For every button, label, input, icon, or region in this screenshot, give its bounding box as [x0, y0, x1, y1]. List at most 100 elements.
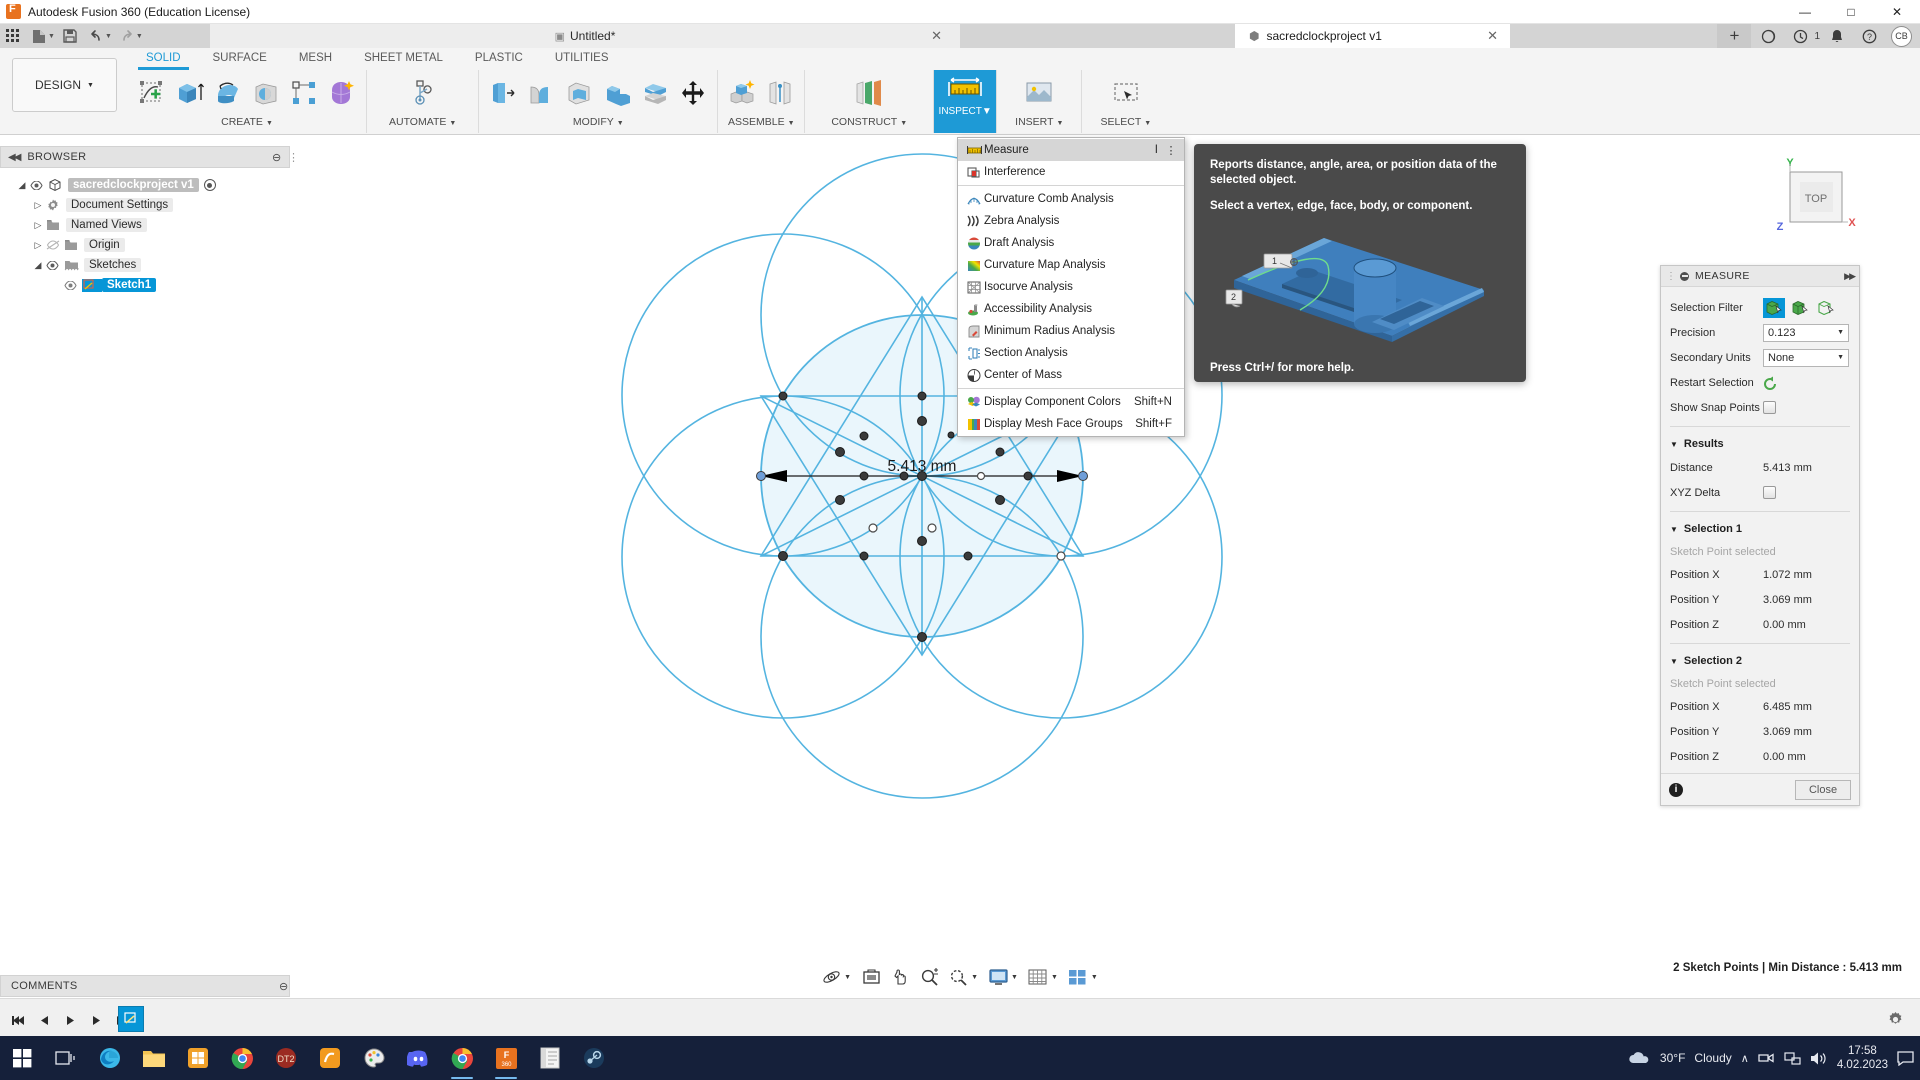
tab-surface[interactable]: SURFACE — [197, 48, 283, 68]
xyz-delta-checkbox[interactable] — [1763, 486, 1776, 499]
palette-collapse-icon[interactable] — [1680, 272, 1689, 281]
recent-activity-icon[interactable] — [1785, 24, 1815, 48]
chrome2-icon[interactable] — [440, 1036, 484, 1080]
construct-offset-plane-button[interactable] — [847, 73, 891, 113]
filter-body-button[interactable] — [1789, 298, 1811, 318]
grid-snap-icon[interactable] — [1025, 964, 1051, 990]
measure-palette-header[interactable]: ⋮ MEASURE ▶▶ — [1661, 266, 1859, 287]
automate-button[interactable] — [405, 73, 441, 113]
menu-item-accessibility-analysis[interactable]: Accessibility Analysis — [958, 298, 1184, 320]
pan-icon[interactable] — [887, 964, 913, 990]
revolve-button[interactable] — [210, 73, 246, 113]
document-tab-sacredclockproject[interactable]: ⬢ sacredclockproject v1 ✕ — [1235, 24, 1510, 48]
chevron-down-icon[interactable]: ▼ — [266, 120, 273, 127]
tab-utilities[interactable]: UTILITIES — [539, 48, 625, 68]
display-settings-icon[interactable] — [985, 964, 1011, 990]
move-copy-button[interactable] — [675, 73, 711, 113]
steam-icon[interactable] — [572, 1036, 616, 1080]
job-status-icon[interactable] — [1753, 24, 1783, 48]
fit-caret-icon[interactable]: ▼ — [971, 974, 978, 981]
show-snap-points-checkbox[interactable] — [1763, 401, 1776, 414]
app-grid-icon[interactable] — [0, 25, 26, 47]
tree-item-sketch1[interactable]: Sketch1 — [0, 275, 300, 295]
onedrive-icon[interactable] — [1758, 1051, 1775, 1065]
weather-temperature[interactable]: 30°F — [1660, 1051, 1685, 1065]
chevron-down-icon[interactable]: ▼ — [788, 120, 795, 127]
filter-sketch-button[interactable] — [1815, 298, 1837, 318]
secondary-units-dropdown[interactable]: None ▼ — [1763, 349, 1849, 367]
view-cube[interactable]: TOP Y X Z — [1762, 150, 1872, 240]
onenote-icon[interactable] — [528, 1036, 572, 1080]
shell-button[interactable] — [561, 73, 597, 113]
minimize-button[interactable]: — — [1782, 0, 1828, 24]
workspace-switcher[interactable]: DESIGN ▼ — [12, 58, 117, 112]
visibility-eye-icon[interactable] — [30, 181, 48, 190]
results-group-header[interactable]: ▼ Results — [1661, 433, 1859, 455]
palette-grip-icon[interactable]: ⋮ — [1666, 271, 1676, 282]
redo-caret-icon[interactable]: ▼ — [136, 33, 143, 40]
network-icon[interactable] — [1784, 1051, 1801, 1066]
tree-item-sacredclockproject[interactable]: ◢ sacredclockproject v1 — [0, 175, 300, 195]
weather-icon[interactable] — [1627, 1050, 1651, 1066]
precision-dropdown[interactable]: 0.123 ▼ — [1763, 324, 1849, 342]
tab-solid[interactable]: SOLID — [130, 48, 197, 68]
inspect-dropdown-menu[interactable]: Measure I ⋮ Interference Curvature Comb … — [957, 137, 1185, 437]
new-document-caret-icon[interactable]: ▼ — [48, 33, 55, 40]
inspect-measure-button[interactable]: INSPECT▼ — [934, 70, 996, 133]
fit-icon[interactable] — [945, 964, 971, 990]
expand-icon[interactable]: ▶▶ — [1844, 271, 1854, 282]
viewports-icon[interactable] — [1065, 964, 1091, 990]
paint-icon[interactable] — [352, 1036, 396, 1080]
expand-arrow-icon[interactable]: ◢ — [14, 180, 30, 191]
volume-icon[interactable] — [1810, 1051, 1828, 1066]
filter-face-button[interactable] — [1763, 298, 1785, 318]
windows-start-icon[interactable] — [0, 1036, 44, 1080]
document-tab-untitled[interactable]: ▣ Untitled* ✕ — [210, 24, 960, 48]
tree-item-origin[interactable]: ▷ Origin — [0, 235, 300, 255]
joint-button[interactable] — [762, 73, 798, 113]
menu-item-minimum-radius-analysis[interactable]: Minimum Radius Analysis — [958, 320, 1184, 342]
dota-icon[interactable]: DT2 — [264, 1036, 308, 1080]
edge-icon[interactable] — [88, 1036, 132, 1080]
tree-item-named-views[interactable]: ▷ Named Views — [0, 215, 300, 235]
close-measure-button[interactable]: Close — [1795, 780, 1851, 800]
show-hidden-icons-chevron[interactable]: ∧ — [1741, 1052, 1749, 1065]
menu-item-curvature-comb-analysis[interactable]: Curvature Comb Analysis — [958, 188, 1184, 210]
tab-mesh[interactable]: MESH — [283, 48, 348, 68]
undo-caret-icon[interactable]: ▼ — [105, 33, 112, 40]
browser-grip-icon[interactable]: ⋮ — [288, 151, 299, 164]
document-tab-close-icon[interactable]: ✕ — [931, 28, 942, 44]
menu-item-display-mesh-face-groups[interactable]: Display Mesh Face Groups Shift+F — [958, 413, 1184, 435]
browser-minimize-icon[interactable]: ⊖ — [272, 151, 281, 164]
menu-item-overflow-icon[interactable]: ⋮ — [1164, 144, 1178, 157]
orbit-icon[interactable] — [818, 964, 844, 990]
look-at-icon[interactable] — [858, 964, 884, 990]
fillet-button[interactable] — [523, 73, 559, 113]
selection2-group-header[interactable]: ▼ Selection 2 — [1661, 650, 1859, 672]
new-component-button[interactable] — [724, 73, 760, 113]
menu-item-measure[interactable]: Measure I ⋮ — [958, 139, 1184, 161]
press-pull-button[interactable] — [485, 73, 521, 113]
measure-palette[interactable]: ⋮ MEASURE ▶▶ Selection Filter Precision — [1660, 265, 1860, 806]
restart-selection-button[interactable] — [1763, 376, 1778, 390]
menu-item-curvature-map-analysis[interactable]: Curvature Map Analysis — [958, 254, 1184, 276]
sweep-button[interactable] — [248, 73, 284, 113]
close-button[interactable]: ✕ — [1874, 0, 1920, 24]
help-icon[interactable]: ? — [1854, 24, 1884, 48]
create-sketch-button[interactable] — [134, 73, 170, 113]
timeline-step-forward-button[interactable] — [84, 1008, 108, 1032]
menu-item-zebra-analysis[interactable]: Zebra Analysis — [958, 210, 1184, 232]
grid-caret-icon[interactable]: ▼ — [1051, 974, 1058, 981]
extrude-button[interactable] — [172, 73, 208, 113]
create-form-button[interactable] — [324, 73, 360, 113]
menu-item-display-component-colors[interactable]: Display Component Colors Shift+N — [958, 391, 1184, 413]
offset-face-button[interactable] — [637, 73, 673, 113]
collapse-arrow-icon[interactable]: ◢ — [30, 260, 46, 271]
menu-item-draft-analysis[interactable]: Draft Analysis — [958, 232, 1184, 254]
display-caret-icon[interactable]: ▼ — [1011, 974, 1018, 981]
visibility-eye-icon[interactable] — [46, 261, 64, 270]
expand-arrow-icon[interactable]: ▷ — [30, 240, 46, 251]
save-icon[interactable] — [57, 25, 83, 47]
tab-plastic[interactable]: PLASTIC — [459, 48, 539, 68]
timeline-settings-gear-icon[interactable] — [1887, 1011, 1904, 1028]
